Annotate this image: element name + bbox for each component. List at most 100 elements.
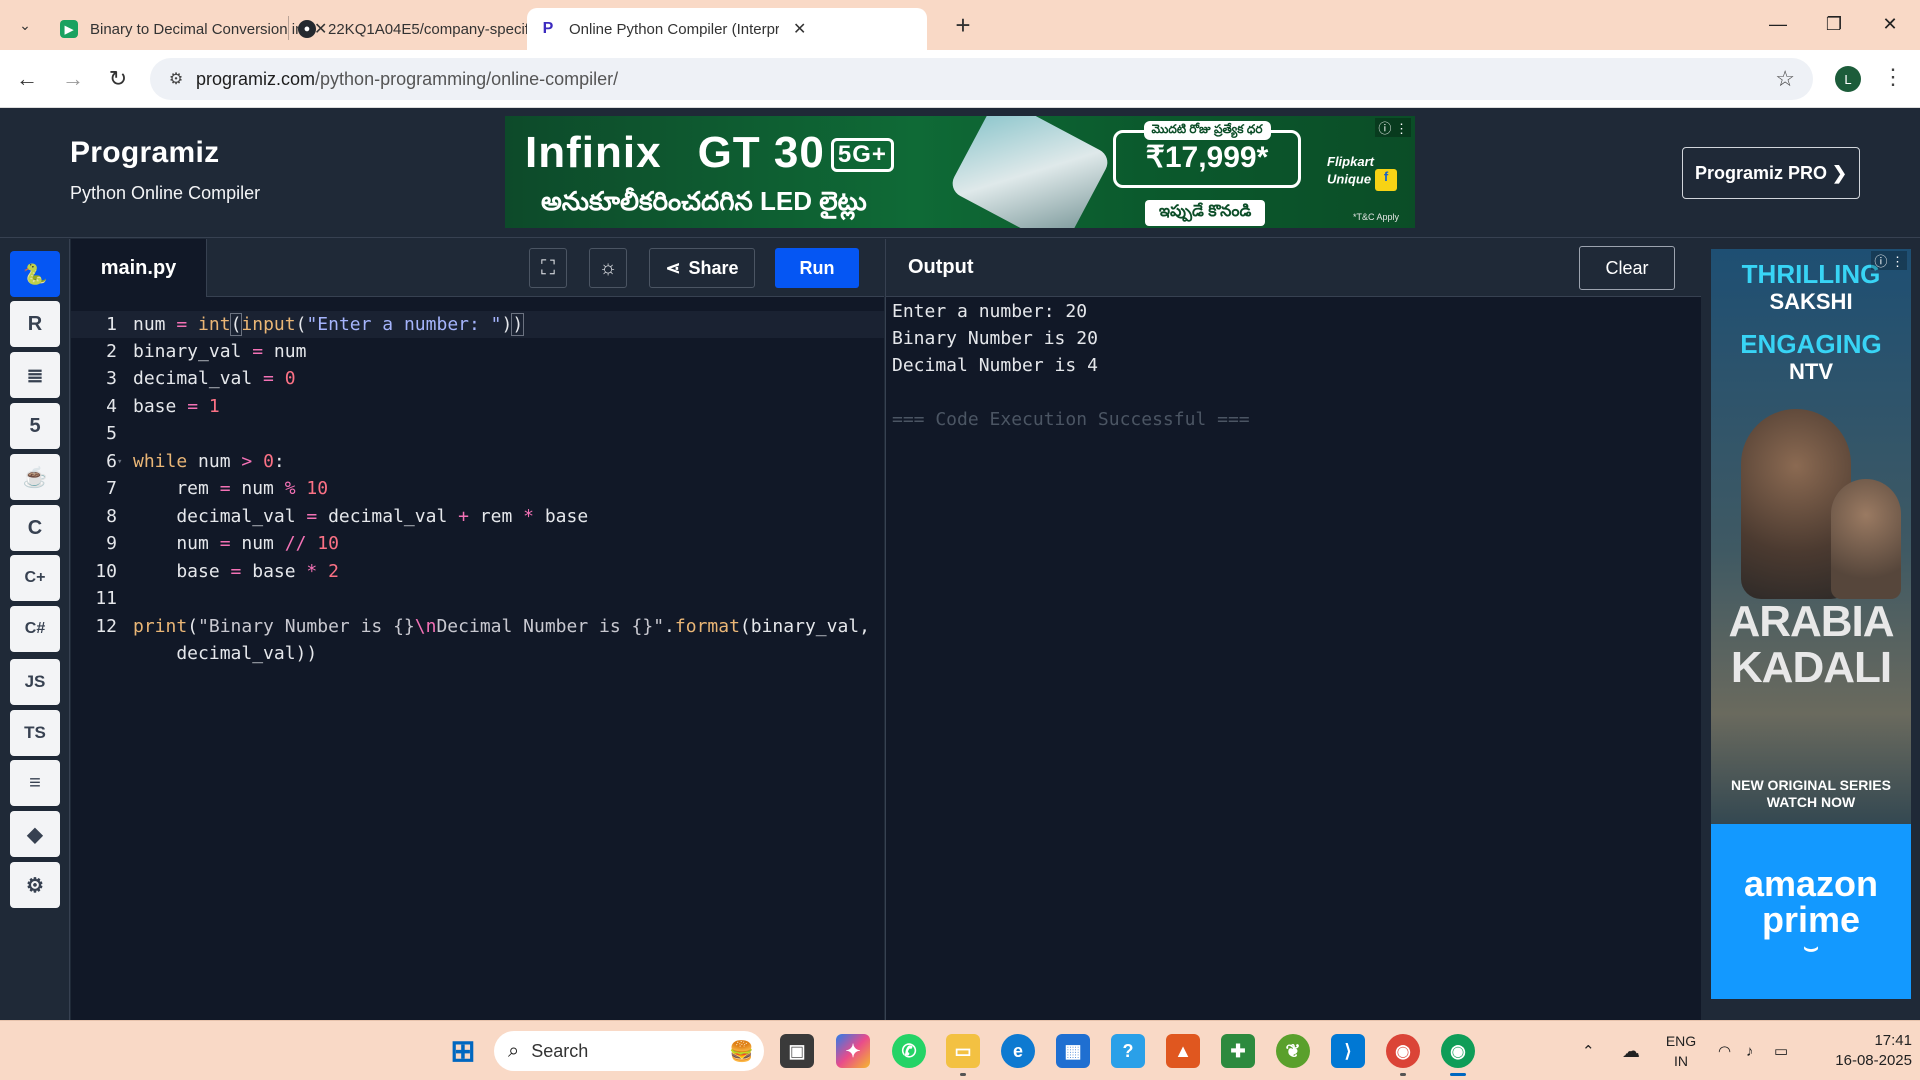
ad-choices-icon[interactable]: ⓘ ⋮ [1375,118,1411,137]
code-line: 1 num = int(input("Enter a number: ")) [71,311,884,338]
copilot-icon[interactable]: ✦ [836,1034,870,1068]
profile-avatar[interactable]: L [1835,66,1861,92]
code-line: 7 rem = num % 10 [106,478,329,499]
help-icon[interactable]: ? [1111,1034,1145,1068]
ad-choices-icon[interactable]: ⓘ ⋮ [1871,251,1907,270]
programiz-logo[interactable]: Programiz [70,136,219,170]
address-bar[interactable]: ⚙ programiz.com/python-programming/onlin… [150,58,1813,100]
gfg-favicon-icon: ▶ [60,20,78,38]
windows-start-icon[interactable]: ⊞ [446,1034,480,1068]
minimize-icon[interactable]: — [1750,0,1806,48]
clear-button[interactable]: Clear [1579,246,1675,290]
csharp-icon[interactable]: C# [10,606,60,652]
running-indicator [1400,1073,1406,1076]
whatsapp-icon[interactable]: ✆ [892,1034,926,1068]
programiz-favicon-icon: P [542,20,554,37]
chrome-profile-l-icon[interactable]: ◉ [1441,1034,1475,1068]
run-button[interactable]: Run [775,248,859,288]
matlab-icon[interactable]: ▲ [1166,1034,1200,1068]
r-language-icon[interactable]: R [10,301,60,347]
typescript-icon[interactable]: TS [10,710,60,756]
file-tab-main-py[interactable]: main.py [71,239,207,297]
restore-icon[interactable]: ❐ [1806,0,1862,48]
output-title: Output [908,256,974,278]
go-icon[interactable]: ≡ [10,760,60,806]
forward-arrow-icon[interactable]: → [58,64,88,94]
code-line: decimal_val)) [133,643,318,664]
code-line: 12 print("Binary Number is {}\nDecimal Nu… [95,616,870,637]
new-tab-button[interactable]: + [948,10,978,40]
html-icon[interactable]: 5 [10,403,60,449]
reload-icon[interactable]: ↻ [103,64,133,94]
output-line: Enter a number: 20 [892,301,1088,322]
tab-search-chevron-icon[interactable]: ⌄ [10,10,40,40]
tab-title: Online Python Compiler (Interpr [569,20,779,38]
site-info-icon[interactable]: ⚙ [156,69,196,89]
browser-tab-strip: ⌄ ▶ Binary to Decimal Conversion in ✕ ● … [0,0,1920,50]
code-line: 11 [95,588,117,609]
sql-database-icon[interactable]: ≣ [10,352,60,398]
programiz-pro-button[interactable]: Programiz PRO ❯ [1682,147,1860,199]
ad-price-box: మొదటి రోజు ప్రత్యేక ధర ₹17,999* [1113,121,1301,188]
c-icon[interactable]: C [10,505,60,551]
tab-title: Binary to Decimal Conversion in [90,20,300,38]
ad-price-caption: మొదటి రోజు ప్రత్యేక ధర [1143,121,1271,140]
task-view-icon[interactable]: ▣ [780,1034,814,1068]
wifi-icon[interactable]: ◠ [1718,1021,1731,1080]
site-header: Programiz Python Online Compiler Infinix… [0,108,1920,238]
java-icon[interactable]: ☕ [10,454,60,500]
execution-status: === Code Execution Successful === [892,409,1250,430]
code-line: 4 base = 1 [106,396,220,417]
active-app-indicator [1450,1073,1466,1076]
bookmark-star-icon[interactable]: ☆ [1775,66,1795,92]
amazon-prime-logo: amazon prime ⌣ [1711,824,1911,999]
fold-arrow-icon[interactable]: ▾ [117,457,125,467]
cpp-icon[interactable]: C+ [10,555,60,601]
ad-terms: *T&C Apply [1353,212,1400,222]
close-tab-icon[interactable]: ✕ [793,19,806,39]
banner-ad[interactable]: Infinix GT 30 5G+ అనుకూలీకరించదగిన LED లైట… [505,116,1415,228]
code-line: 10 base = base * 2 [95,561,339,582]
javascript-icon[interactable]: JS [10,659,60,705]
app-installer-icon[interactable]: ✚ [1221,1034,1255,1068]
chrome-profile-p-icon[interactable]: ◉ [1386,1034,1420,1068]
ad-buy-button[interactable]: ఇప్పుడే కొనండి [1145,200,1266,226]
fullscreen-icon[interactable]: ⛶ [529,248,567,288]
onedrive-offline-icon[interactable]: ☁ [1622,1021,1640,1080]
browser-tab-programiz[interactable]: P Online Python Compiler (Interpr ✕ [527,8,927,50]
tray-overflow-chevron-icon[interactable]: ⌃ [1582,1021,1595,1080]
share-button[interactable]: ⋖ Share [649,248,755,288]
code-line: 9 num = num // 10 [106,533,339,554]
close-window-icon[interactable]: ✕ [1862,0,1918,48]
tab-title: 22KQ1A04E5/company-specific [328,20,538,38]
browser-menu-icon[interactable]: ⋮ [1882,64,1904,94]
battery-icon[interactable]: ▭ [1774,1021,1788,1080]
file-explorer-icon[interactable]: ▭ [946,1034,980,1068]
volume-icon[interactable]: ♪ [1746,1021,1754,1080]
back-arrow-icon[interactable]: ← [12,64,42,94]
vscode-icon[interactable]: ⟩ [1331,1034,1365,1068]
side-ad[interactable]: THRILLING SAKSHI ENGAGING NTV ARABIA KADA… [1711,249,1911,999]
microsoft-store-icon[interactable]: ▦ [1056,1034,1090,1068]
output-line: Binary Number is 20 [892,328,1098,349]
swift-icon[interactable]: ◆ [10,811,60,857]
edge-icon[interactable]: e [1001,1034,1035,1068]
rust-icon[interactable]: ⚙ [10,862,60,908]
ad-partner: Flipkart Unique f [1327,154,1415,191]
search-placeholder: Search [531,1040,589,1061]
share-icon: ⋖ [665,257,681,278]
output-console[interactable]: Enter a number: 20 Binary Number is 20 D… [885,297,1701,1020]
system-clock[interactable]: 17:41 16-08-2025 [1812,1031,1912,1071]
python-icon[interactable]: 🐍 [10,251,60,297]
browser-toolbar: ← → ↻ ⚙ programiz.com/python-programming… [0,50,1920,108]
share-label: Share [688,257,739,278]
code-line: 5 [106,423,117,444]
spring-icon[interactable]: ❦ [1276,1034,1310,1068]
language-indicator[interactable]: ENG IN [1663,1031,1699,1071]
code-editor[interactable]: 1 num = int(input("Enter a number: ")) 2b… [71,297,884,1020]
taskbar-search[interactable]: ⌕ Search 🍔 [494,1031,764,1071]
code-line: 8 decimal_val = decimal_val + rem * base [106,506,589,527]
ad-poster-image [1831,479,1901,599]
ad-phone-image [947,116,1113,228]
theme-toggle-sun-icon[interactable]: ☼ [589,248,627,288]
